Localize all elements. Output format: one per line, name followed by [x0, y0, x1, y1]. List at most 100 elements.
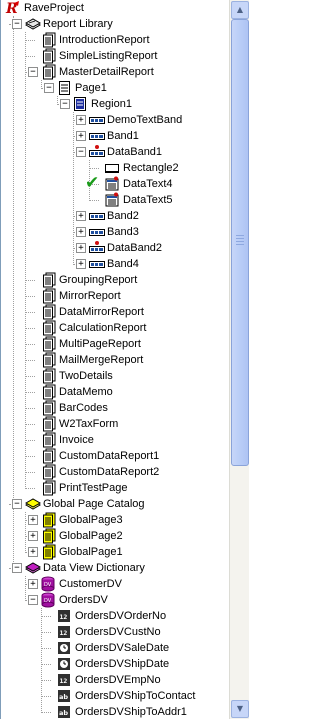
tree-node[interactable]: + DV CustomerDV: [1, 576, 230, 592]
tree-node[interactable]: − Report Library: [1, 16, 230, 32]
collapse-toggle-icon[interactable]: −: [12, 499, 22, 509]
tree-node-label[interactable]: DemoTextBand: [107, 113, 182, 127]
tree-node[interactable]: − Global Page Catalog: [1, 496, 230, 512]
tree-node-label[interactable]: GroupingReport: [59, 273, 137, 287]
collapse-toggle-icon[interactable]: −: [28, 67, 38, 77]
tree-node-label[interactable]: DataMirrorReport: [59, 305, 144, 319]
tree-node-label[interactable]: Region1: [91, 97, 132, 111]
tree-node-label[interactable]: Page1: [75, 81, 107, 95]
expand-toggle-icon[interactable]: +: [76, 243, 86, 253]
tree-node-label[interactable]: BarCodes: [59, 401, 108, 415]
tree-node-label[interactable]: GlobalPage3: [59, 513, 123, 527]
tree-node-label[interactable]: OrdersDVShipToContact: [75, 689, 195, 703]
tree-node-label[interactable]: W2TaxForm: [59, 417, 118, 431]
expand-toggle-icon[interactable]: +: [76, 227, 86, 237]
tree-node[interactable]: OrdersDVSaleDate: [1, 640, 230, 656]
tree-node-label[interactable]: PrintTestPage: [59, 481, 127, 495]
tree-node[interactable]: + Band2: [1, 208, 230, 224]
tree-node-label[interactable]: TwoDetails: [59, 369, 113, 383]
tree-node[interactable]: Invoice: [1, 432, 230, 448]
tree-node-label[interactable]: Rectangle2: [123, 161, 179, 175]
tree-node-label[interactable]: OrdersDVCustNo: [75, 625, 161, 639]
tree-node-label[interactable]: OrdersDVShipDate: [75, 657, 169, 671]
tree-node[interactable]: TwoDetails: [1, 368, 230, 384]
tree-node[interactable]: DataText5: [1, 192, 230, 208]
tree-node[interactable]: DataMemo: [1, 384, 230, 400]
tree-node[interactable]: ab OrdersDVShipToContact: [1, 688, 230, 704]
tree-node-label[interactable]: RaveProject: [24, 1, 84, 15]
scroll-thumb[interactable]: [231, 19, 249, 466]
tree-node-label[interactable]: IntroductionReport: [59, 33, 150, 47]
tree-node-label[interactable]: Global Page Catalog: [43, 497, 145, 511]
tree-node[interactable]: 12 OrdersDVCustNo: [1, 624, 230, 640]
tree-node[interactable]: + GlobalPage1: [1, 544, 230, 560]
tree-node[interactable]: CustomDataReport1: [1, 448, 230, 464]
tree-node-label[interactable]: OrdersDVShipToAddr1: [75, 705, 187, 719]
tree-node[interactable]: OrdersDVShipDate: [1, 656, 230, 672]
expand-toggle-icon[interactable]: +: [76, 259, 86, 269]
scroll-down-arrow-icon[interactable]: ▼: [231, 700, 249, 718]
tree-node-label[interactable]: Data View Dictionary: [43, 561, 145, 575]
collapse-toggle-icon[interactable]: −: [60, 99, 70, 109]
tree-node-label[interactable]: Band3: [107, 225, 139, 239]
tree-node[interactable]: BarCodes: [1, 400, 230, 416]
tree-node[interactable]: + Band4: [1, 256, 230, 272]
tree-node[interactable]: MirrorReport: [1, 288, 230, 304]
tree-node[interactable]: MailMergeReport: [1, 352, 230, 368]
expand-toggle-icon[interactable]: +: [76, 115, 86, 125]
tree-node[interactable]: + DemoTextBand: [1, 112, 230, 128]
tree-node[interactable]: + Band3: [1, 224, 230, 240]
collapse-toggle-icon[interactable]: −: [12, 563, 22, 573]
tree-node-label[interactable]: GlobalPage1: [59, 545, 123, 559]
expand-toggle-icon[interactable]: +: [28, 531, 38, 541]
tree-node[interactable]: IntroductionReport: [1, 32, 230, 48]
tree-node-label[interactable]: DataBand1: [107, 145, 162, 159]
tree-node[interactable]: W2TaxForm: [1, 416, 230, 432]
expand-toggle-icon[interactable]: +: [28, 515, 38, 525]
tree-node[interactable]: − MasterDetailReport: [1, 64, 230, 80]
tree-node[interactable]: PrintTestPage: [1, 480, 230, 496]
tree-node[interactable]: + GlobalPage3: [1, 512, 230, 528]
tree-node[interactable]: 12 OrdersDVOrderNo: [1, 608, 230, 624]
tree-node[interactable]: + DataBand2: [1, 240, 230, 256]
expand-toggle-icon[interactable]: +: [28, 579, 38, 589]
tree-node-label[interactable]: MasterDetailReport: [59, 65, 154, 79]
collapse-toggle-icon[interactable]: −: [44, 83, 54, 93]
collapse-toggle-icon[interactable]: −: [28, 595, 38, 605]
tree-node-label[interactable]: MultiPageReport: [59, 337, 141, 351]
tree-node-label[interactable]: DataText5: [123, 193, 173, 207]
tree-node[interactable]: − Data View Dictionary: [1, 560, 230, 576]
tree-node[interactable]: 12 OrdersDVEmpNo: [1, 672, 230, 688]
scroll-up-arrow-icon[interactable]: ▲: [231, 1, 249, 19]
tree-node-label[interactable]: OrdersDVOrderNo: [75, 609, 166, 623]
tree-node[interactable]: GroupingReport: [1, 272, 230, 288]
tree-node[interactable]: ab OrdersDVShipToAddr1: [1, 704, 230, 719]
expand-toggle-icon[interactable]: +: [76, 211, 86, 221]
tree-node[interactable]: R RaveProject: [1, 0, 230, 17]
tree-node-label[interactable]: Invoice: [59, 433, 94, 447]
tree-node[interactable]: + Band1: [1, 128, 230, 144]
tree-node[interactable]: ✔ DataText4: [1, 174, 230, 192]
tree-node-label[interactable]: Band1: [107, 129, 139, 143]
tree-node-label[interactable]: Report Library: [43, 17, 113, 31]
tree-node[interactable]: − DataBand1: [1, 144, 230, 160]
tree-node-label[interactable]: SimpleListingReport: [59, 49, 157, 63]
tree-node-label[interactable]: Band4: [107, 257, 139, 271]
tree-node[interactable]: − Region1: [1, 96, 230, 112]
tree-node-label[interactable]: CustomerDV: [59, 577, 122, 591]
tree-node[interactable]: SimpleListingReport: [1, 48, 230, 64]
tree-node-label[interactable]: OrdersDV: [59, 593, 108, 607]
tree-node-label[interactable]: CalculationReport: [59, 321, 146, 335]
tree-node-label[interactable]: DataBand2: [107, 241, 162, 255]
tree-node[interactable]: CalculationReport: [1, 320, 230, 336]
tree-node-label[interactable]: GlobalPage2: [59, 529, 123, 543]
tree-node-label[interactable]: CustomDataReport2: [59, 465, 159, 479]
project-tree[interactable]: R RaveProject − Report Library IntroductionR…: [0, 0, 230, 719]
tree-node-label[interactable]: Band2: [107, 209, 139, 223]
tree-node-label[interactable]: CustomDataReport1: [59, 449, 159, 463]
tree-node-label[interactable]: DataMemo: [59, 385, 113, 399]
tree-node-label[interactable]: MailMergeReport: [59, 353, 143, 367]
tree-node[interactable]: MultiPageReport: [1, 336, 230, 352]
expand-toggle-icon[interactable]: +: [28, 547, 38, 557]
vertical-scrollbar[interactable]: ▲ ▼: [229, 0, 249, 719]
